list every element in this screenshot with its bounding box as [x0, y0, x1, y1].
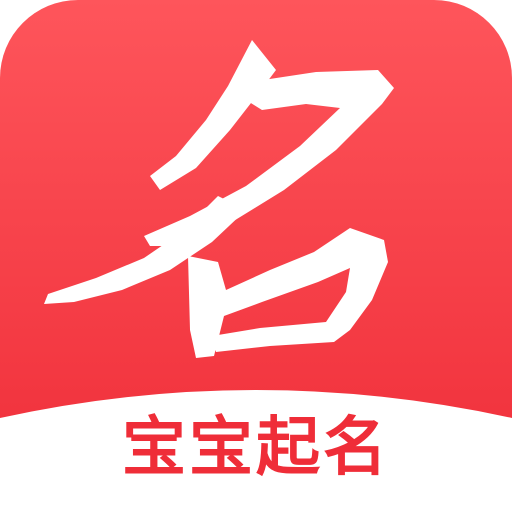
app-name-label: 宝宝起名 [122, 411, 390, 485]
app-icon[interactable]: 宝宝起名 [0, 0, 512, 512]
